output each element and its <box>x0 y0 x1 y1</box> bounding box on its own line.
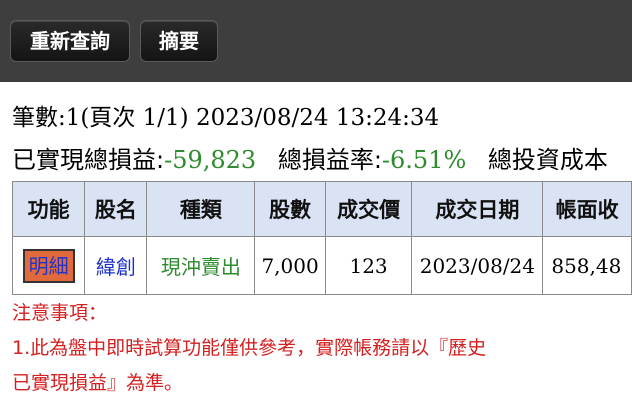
pl-rate-label: 總損益率: <box>277 146 382 174</box>
notes-section: 注意事項： 1.此為盤中即時試算功能僅供參考，實際帳務請以『歷史 已實現損益』為… <box>12 296 624 401</box>
trade-type: 現沖賣出 <box>160 255 241 279</box>
pl-rate-value: -6.51% <box>381 146 467 174</box>
detail-button[interactable]: 明細 <box>22 248 75 283</box>
total-cost-label: 總投資成本 <box>487 146 608 174</box>
table-header-row: 功能 股名 種類 股數 成交價 成交日期 帳面收 <box>11 181 632 237</box>
header-stock: 股名 <box>84 181 148 237</box>
cell-stock[interactable]: 緯創 <box>84 236 148 295</box>
notes-title: 注意事項： <box>12 302 108 324</box>
cell-price: 123 <box>324 236 413 295</box>
notes-line-2: 已實現損益』為準。 <box>12 372 184 394</box>
requery-button[interactable]: 重新查詢 <box>10 20 130 62</box>
cell-action: 明細 <box>11 236 86 295</box>
summary-button[interactable]: 摘要 <box>140 20 218 62</box>
stock-link[interactable]: 緯創 <box>96 255 136 279</box>
header-type: 種類 <box>146 181 256 237</box>
header-action: 功能 <box>11 181 86 237</box>
cell-type: 現沖賣出 <box>146 236 256 295</box>
top-toolbar: 重新查詢 摘要 <box>0 0 632 82</box>
header-shares: 股數 <box>254 181 326 237</box>
realized-pl-value: -59,823 <box>164 146 257 174</box>
cell-shares: 7,000 <box>254 236 326 295</box>
realized-pl-label: 已實現總損益: <box>12 146 165 174</box>
header-date: 成交日期 <box>411 181 544 237</box>
header-book: 帳面收 <box>542 181 632 237</box>
pl-table: 功能 股名 種類 股數 成交價 成交日期 帳面收 明細 緯創 現沖賣出 7,00… <box>11 181 632 295</box>
summary-line: 已實現總損益:-59,823 總損益率:-6.51% 總投資成本 <box>12 140 608 175</box>
header-price: 成交價 <box>324 181 413 237</box>
table-row: 明細 緯創 現沖賣出 7,000 123 2023/08/24 858,48 <box>11 236 632 295</box>
notes-line-1: 1.此為盤中即時試算功能僅供參考，實際帳務請以『歷史 <box>12 337 487 359</box>
records-line: 筆數:1(頁次 1/1) 2023/08/24 13:24:34 <box>12 105 440 131</box>
cell-date: 2023/08/24 <box>411 236 544 295</box>
cell-book: 858,48 <box>542 236 632 295</box>
